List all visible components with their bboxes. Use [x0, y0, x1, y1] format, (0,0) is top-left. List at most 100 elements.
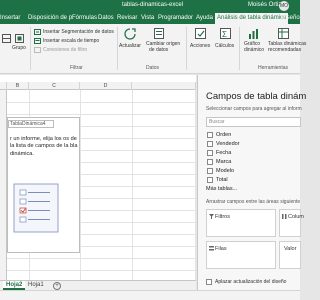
- defer-update-label: Aplazar actualización del diseño: [215, 279, 287, 285]
- actions-button[interactable]: Acciones: [190, 43, 210, 49]
- group-selection-icon[interactable]: [2, 34, 11, 43]
- field-checkbox[interactable]: [207, 159, 213, 165]
- field-checkbox[interactable]: [207, 168, 213, 174]
- gridline: [7, 270, 196, 271]
- filtrar-group-label: Filtrar: [70, 65, 83, 71]
- area-title: Colum: [288, 214, 304, 220]
- gridline: [7, 102, 196, 103]
- select-all-corner[interactable]: [0, 82, 7, 90]
- svg-text:Σ: Σ: [222, 30, 227, 39]
- ribbon-tabs: Insertar Disposición de p. Fórmulas Dato…: [0, 12, 300, 24]
- status-bar: [0, 290, 300, 300]
- pane-subtitle: Seleccionar campos para agregar al infor…: [206, 106, 302, 112]
- more-tables-link[interactable]: Más tablas...: [206, 185, 301, 193]
- refresh-button[interactable]: Actualizar: [119, 43, 141, 49]
- refresh-icon: [124, 28, 136, 40]
- column-header-d[interactable]: D: [80, 82, 132, 90]
- ribbon-separator: [186, 27, 187, 70]
- pivot-table-instructions: r un informe, elija los os de la lista d…: [10, 136, 78, 157]
- tab-insertar[interactable]: Insertar: [0, 15, 20, 21]
- columns-icon: [282, 214, 287, 219]
- avatar[interactable]: MO: [279, 1, 289, 11]
- gridline: [195, 90, 196, 280]
- change-data-source-line2: de datos: [149, 47, 169, 53]
- gridline: [7, 258, 196, 259]
- defer-update-checkbox[interactable]: [206, 279, 212, 285]
- area-columnas[interactable]: Colum: [279, 209, 304, 237]
- actions-icon: [195, 28, 206, 39]
- pivot-field-list-pane: Campos de tabla dinám Seleccionar campos…: [197, 75, 306, 290]
- tab-programador[interactable]: Programador: [158, 15, 193, 21]
- field-label: Marca: [216, 159, 232, 165]
- field-item-total[interactable]: Total: [206, 176, 301, 184]
- field-item-modelo[interactable]: Modelo: [206, 167, 301, 175]
- gridline: [132, 90, 133, 280]
- drag-hint: Arrastrar campos entre las áreas siguien…: [206, 199, 301, 205]
- sheet-tab-hoja1[interactable]: Hoja1: [28, 282, 44, 288]
- insert-timeline-button[interactable]: Insertar escala de tiempo: [43, 38, 99, 44]
- recommended-pivot-line2: recomendadas: [268, 47, 302, 53]
- tab-disposicion[interactable]: Disposición de p.: [28, 15, 74, 21]
- add-sheet-icon[interactable]: +: [53, 282, 61, 290]
- row-headers[interactable]: [0, 90, 7, 280]
- area-filas[interactable]: Filas: [206, 241, 276, 269]
- field-item-fecha[interactable]: Fecha: [206, 149, 301, 157]
- timeline-icon: [34, 38, 41, 44]
- defer-update-option[interactable]: Aplazar actualización del diseño: [206, 278, 301, 286]
- rows-icon: [209, 246, 214, 251]
- field-list: Orden Vendedor Fecha Marca Modelo Total …: [206, 131, 301, 193]
- user-name[interactable]: Moisés Ortiz: [248, 2, 281, 8]
- area-title: Filtros: [215, 214, 230, 220]
- window-title: tablas-dinamicas-excel: [122, 2, 184, 8]
- gridline: [80, 90, 81, 280]
- area-filtros[interactable]: Filtros: [206, 209, 276, 237]
- filter-connections-button[interactable]: Conexiones de filtro: [43, 47, 87, 53]
- field-label: Total: [216, 177, 228, 183]
- gridline: [7, 114, 196, 115]
- field-checkbox[interactable]: [207, 177, 213, 183]
- ribbon-separator: [30, 27, 31, 70]
- field-label: Vendedor: [216, 141, 240, 147]
- pivot-chart-line2: dinámico: [244, 47, 265, 53]
- pivot-chart-icon: [249, 29, 258, 39]
- field-checkbox[interactable]: [207, 132, 213, 138]
- field-item-vendedor[interactable]: Vendedor: [206, 140, 301, 148]
- change-data-source-icon: [154, 28, 164, 39]
- field-checkbox[interactable]: [207, 150, 213, 156]
- column-header-b[interactable]: B: [7, 82, 29, 90]
- ribbon-separator: [239, 27, 240, 70]
- field-item-orden[interactable]: Orden: [206, 131, 301, 139]
- pivot-illustration-icon: [13, 183, 59, 233]
- tab-vista[interactable]: Vista: [141, 15, 154, 21]
- tab-analisis-tabla-dinamica[interactable]: Análisis de tabla dinámica: [215, 13, 289, 24]
- area-valores[interactable]: Valor: [279, 241, 301, 269]
- column-headers: B C D: [0, 82, 196, 90]
- sheet-tabs-bar: Hoja2 Hoja1 +: [0, 280, 196, 290]
- grupo-label[interactable]: Grupo: [12, 45, 26, 51]
- field-item-marca[interactable]: Marca: [206, 158, 301, 166]
- calculations-button[interactable]: Cálculos: [215, 43, 234, 49]
- tab-ayuda[interactable]: Ayuda: [196, 15, 213, 21]
- tab-datos[interactable]: Datos: [98, 15, 114, 21]
- field-search-input[interactable]: Buscar: [206, 117, 301, 127]
- tab-formulas[interactable]: Fórmulas: [72, 15, 97, 21]
- more-tables-label: Más tablas...: [206, 186, 238, 192]
- filter-icon: [209, 214, 214, 219]
- area-title: Valor: [284, 246, 297, 252]
- tab-revisar[interactable]: Revisar: [117, 15, 137, 21]
- pivot-table-name: TablaDinámica4: [8, 120, 54, 128]
- ungroup-icon[interactable]: [15, 34, 24, 43]
- pivot-table-placeholder[interactable]: TablaDinámica4 r un informe, elija los o…: [7, 117, 80, 253]
- insert-slicer-button[interactable]: Insertar Segmentación de datos: [43, 29, 114, 35]
- tab-diseno[interactable]: Diseño: [281, 15, 300, 21]
- datos-group-label: Datos: [146, 65, 160, 71]
- column-header[interactable]: [132, 82, 196, 90]
- area-title: Filas: [215, 246, 227, 252]
- worksheet[interactable]: B C D TablaDinámica4 r un informe, elija…: [0, 75, 196, 280]
- field-label: Fecha: [216, 150, 232, 156]
- calculations-icon: Σ: [220, 28, 231, 39]
- column-header-c[interactable]: C: [29, 82, 80, 90]
- field-checkbox[interactable]: [207, 141, 213, 147]
- sheet-tab-hoja2[interactable]: Hoja2: [3, 281, 26, 290]
- recommended-pivot-icon: [278, 28, 289, 39]
